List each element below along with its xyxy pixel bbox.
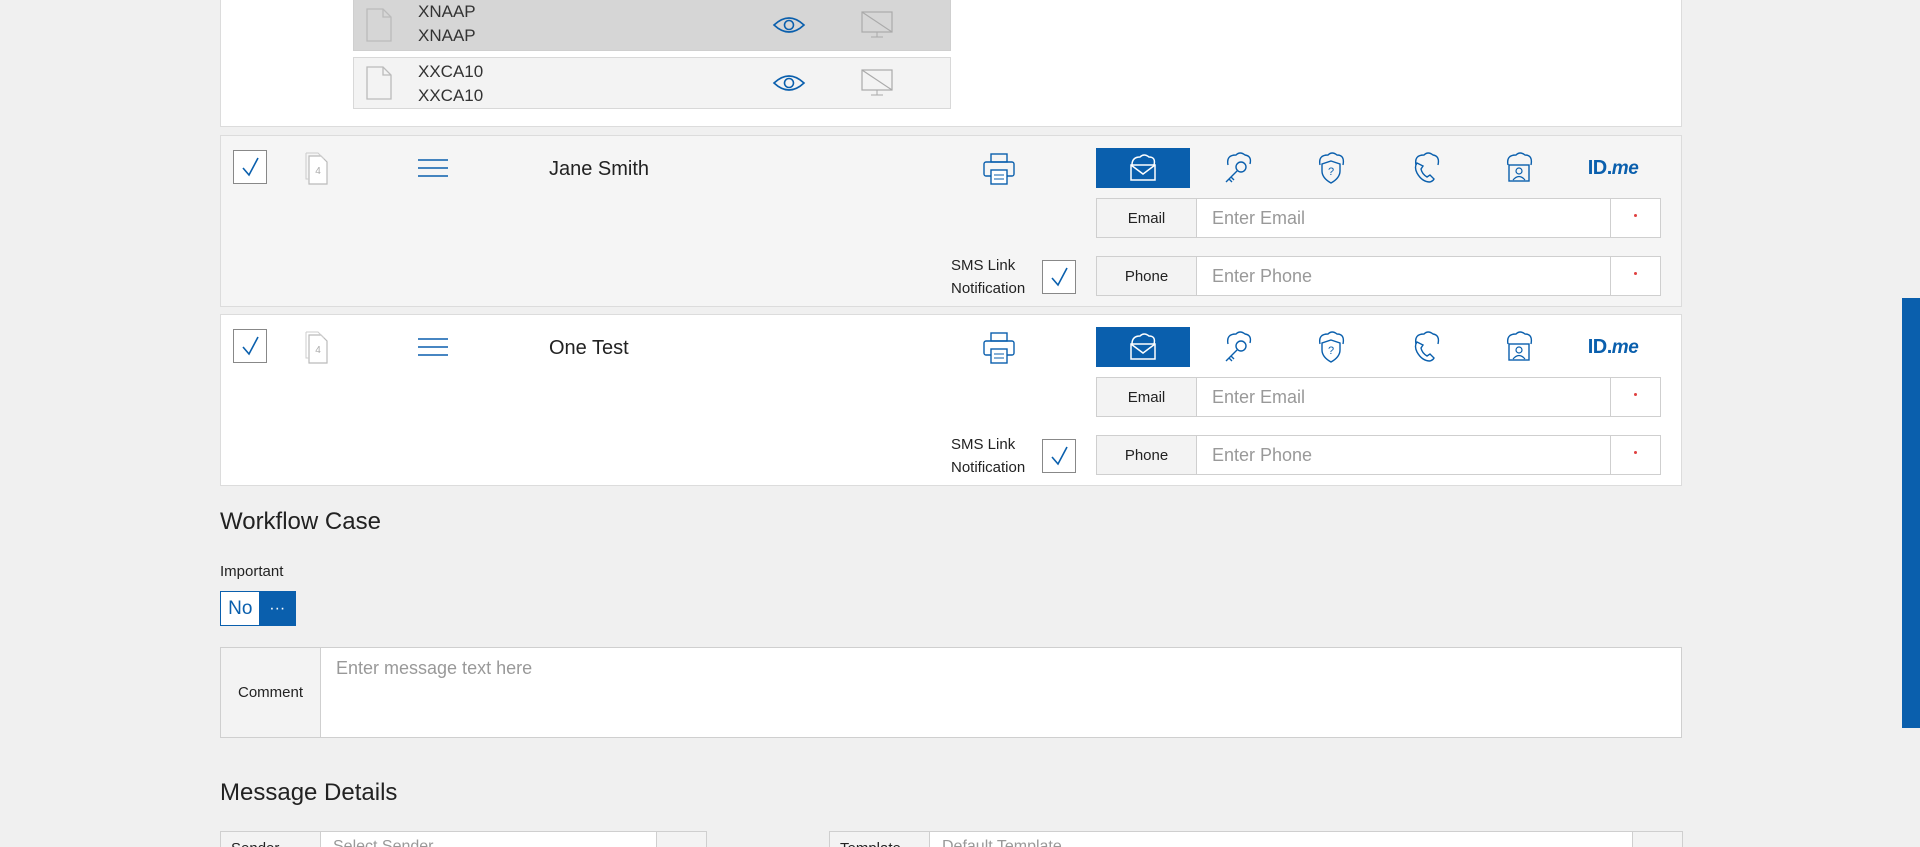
signer-checkbox[interactable] [233, 329, 267, 363]
idme-logo[interactable]: ID.me [1566, 327, 1660, 367]
more-options-icon[interactable]: ··· [259, 592, 295, 625]
file-icon [364, 66, 394, 105]
id-auth-icon[interactable] [1472, 148, 1566, 188]
screen-off-icon [860, 68, 894, 103]
signer-checkbox[interactable] [233, 150, 267, 184]
template-field[interactable]: Template Default Template [829, 831, 1683, 847]
auth-methods: ? ID.me [1096, 148, 1676, 188]
idme-id: ID. [1587, 156, 1613, 179]
eye-icon[interactable] [772, 14, 806, 41]
sender-label: Sender [221, 832, 321, 847]
phone-label: Phone [1097, 257, 1197, 295]
hamburger-menu-icon[interactable] [417, 158, 449, 183]
phone-label: Phone [1097, 436, 1197, 474]
required-indicator [1634, 214, 1637, 217]
signer-name: Jane Smith [549, 158, 650, 180]
comment-label: Comment [221, 648, 321, 737]
question-auth-icon[interactable]: ? [1284, 148, 1378, 188]
key-auth-icon[interactable] [1190, 327, 1284, 367]
email-auth-icon[interactable] [1096, 148, 1190, 188]
signer-row: 4 One Test ? ID.me Email SMS Link [220, 314, 1682, 486]
document-row[interactable]: XXCA10 XXCA10 [353, 57, 951, 109]
phone-auth-icon[interactable] [1378, 148, 1472, 188]
printer-icon[interactable] [982, 331, 1016, 370]
idme-me: me [1611, 336, 1639, 358]
workflow-case-title: Workflow Case [220, 508, 381, 535]
pages-icon: 4 [303, 331, 331, 370]
phone-field: Phone [1096, 435, 1661, 475]
message-details-title: Message Details [220, 779, 398, 806]
signer-row: 4 Jane Smith ? ID.me Email SMS Link [220, 135, 1682, 307]
template-label: Template [830, 832, 930, 847]
document-type: XXCA10 [418, 86, 484, 105]
id-auth-icon[interactable] [1472, 327, 1566, 367]
eye-icon[interactable] [772, 72, 806, 99]
important-toggle[interactable]: No ··· [220, 591, 296, 626]
pages-icon: 4 [303, 152, 331, 191]
email-input[interactable] [1198, 378, 1611, 416]
email-label: Email [1097, 199, 1197, 237]
document-type: XNAAP [418, 26, 476, 45]
sms-notification-label: SMS Link Notification [951, 257, 1026, 297]
required-indicator [1634, 393, 1637, 396]
email-label: Email [1097, 378, 1197, 416]
screen-off-icon [860, 10, 894, 45]
auth-methods: ? ID.me [1096, 327, 1676, 367]
important-value[interactable]: No [221, 592, 260, 625]
scrollbar-thumb[interactable] [1902, 298, 1920, 728]
svg-text:?: ? [1328, 166, 1334, 178]
phone-auth-icon[interactable] [1378, 327, 1472, 367]
file-icon [364, 8, 394, 47]
comment-textarea[interactable] [322, 648, 1681, 737]
document-name: XNAAP [418, 2, 476, 21]
sms-notification-checkbox[interactable] [1042, 439, 1076, 473]
comment-field: Comment [220, 647, 1682, 738]
page-count: 4 [315, 345, 321, 356]
page-count: 4 [315, 166, 321, 177]
idme-me: me [1611, 157, 1639, 179]
svg-text:?: ? [1328, 345, 1334, 357]
sms-notification-label: SMS Link Notification [951, 436, 1026, 476]
required-indicator [1634, 451, 1637, 454]
email-auth-icon[interactable] [1096, 327, 1190, 367]
important-label: Important [220, 563, 284, 580]
phone-input[interactable] [1198, 257, 1611, 295]
sender-field[interactable]: Sender Select Sender [220, 831, 707, 847]
printer-icon[interactable] [982, 152, 1016, 191]
signer-name: One Test [549, 337, 629, 359]
email-input[interactable] [1198, 199, 1611, 237]
hamburger-menu-icon[interactable] [417, 337, 449, 362]
documents-panel: XNAAP XNAAP XXCA10 XXCA10 [220, 0, 1682, 127]
email-field: Email [1096, 377, 1661, 417]
question-auth-icon[interactable]: ? [1284, 327, 1378, 367]
document-row[interactable]: XNAAP XNAAP [353, 0, 951, 51]
phone-input[interactable] [1198, 436, 1611, 474]
sender-dropdown-button[interactable] [656, 832, 706, 847]
required-indicator [1634, 272, 1637, 275]
phone-field: Phone [1096, 256, 1661, 296]
sms-notification-checkbox[interactable] [1042, 260, 1076, 294]
email-field: Email [1096, 198, 1661, 238]
template-value[interactable]: Default Template [942, 838, 1062, 847]
sender-value[interactable]: Select Sender [333, 838, 434, 847]
document-name: XXCA10 [418, 62, 484, 81]
idme-id: ID. [1587, 335, 1613, 358]
key-auth-icon[interactable] [1190, 148, 1284, 188]
template-dropdown-button[interactable] [1632, 832, 1682, 847]
idme-logo[interactable]: ID.me [1566, 148, 1660, 188]
